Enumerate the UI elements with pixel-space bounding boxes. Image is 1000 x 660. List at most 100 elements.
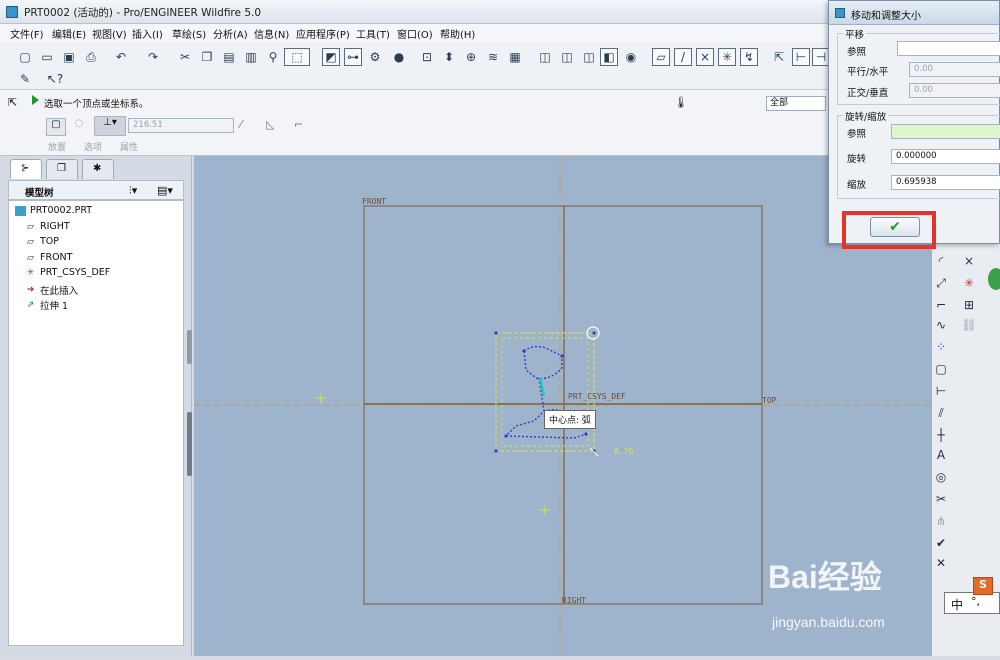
menu-window[interactable]: 窗口(O): [397, 26, 433, 41]
tab-placement[interactable]: 放置: [48, 140, 66, 153]
tab-model-tree[interactable]: ⊱: [10, 159, 42, 179]
tree-item-part[interactable]: PRT0002.PRT: [15, 205, 92, 216]
dimension-tool-icon[interactable]: ⊢: [932, 382, 950, 400]
csys-tool-icon[interactable]: ✳: [960, 274, 978, 292]
menu-file[interactable]: 文件(F): [10, 26, 44, 41]
view-icon[interactable]: ⊕: [462, 48, 480, 66]
options-toggle-icon[interactable]: ◌: [70, 118, 88, 136]
ime-toolbar[interactable]: 中 S °,: [944, 577, 1000, 614]
palette-tool-icon[interactable]: ◎: [932, 468, 950, 486]
appearance-icon[interactable]: ●: [390, 48, 408, 66]
fillet-tool-icon[interactable]: ⌐: [932, 296, 950, 314]
modify-tool-icon[interactable]: ⫽: [932, 404, 950, 422]
layers-icon[interactable]: ≋: [484, 48, 502, 66]
rotate-ref-field[interactable]: [891, 124, 1000, 139]
new-file-icon[interactable]: ▢: [16, 48, 34, 66]
sketch-palette-icon[interactable]: ⊞: [960, 296, 978, 314]
redo-icon[interactable]: ↷: [144, 48, 162, 66]
annotation-display-icon[interactable]: ↯: [740, 48, 758, 66]
arc-tool-icon[interactable]: ◜: [932, 252, 950, 270]
menu-sketch[interactable]: 草绘(S): [172, 26, 206, 41]
shading-icon[interactable]: ◧: [600, 48, 618, 66]
placement-toggle-icon[interactable]: ▢: [46, 118, 66, 136]
tree-item-front[interactable]: ▱ FRONT: [25, 252, 72, 263]
open-folder-icon[interactable]: ▭: [38, 48, 56, 66]
link-icon[interactable]: ⛓: [960, 316, 978, 334]
scale-handle[interactable]: [589, 447, 599, 457]
print-icon[interactable]: ⎙: [82, 48, 100, 66]
wireframe-icon[interactable]: ◫: [536, 48, 554, 66]
menu-edit[interactable]: 编辑(E): [52, 26, 86, 41]
horizontal-field[interactable]: 0.00: [909, 62, 1000, 77]
accept-sketch-icon[interactable]: ✔: [932, 534, 950, 552]
offset-edge-icon[interactable]: ▢: [932, 360, 950, 378]
sketch-tool-icon[interactable]: ⊶: [344, 48, 362, 66]
tree-item-insert-here[interactable]: ➜ 在此插入: [25, 283, 78, 297]
translate-ref-field[interactable]: [897, 41, 1000, 56]
centerline-tool-icon[interactable]: ⤢: [932, 274, 950, 292]
csys-display-icon[interactable]: ✳: [718, 48, 736, 66]
menu-help[interactable]: 帮助(H): [440, 26, 475, 41]
filter-select[interactable]: 全部: [766, 96, 826, 111]
context-help-icon[interactable]: ↖?: [46, 70, 64, 88]
tree-show-icon[interactable]: ▤▾: [157, 184, 173, 197]
splitter-handle[interactable]: [187, 412, 192, 476]
paste-icon[interactable]: ▤: [220, 48, 238, 66]
orient-icon[interactable]: ⬍: [440, 48, 458, 66]
datum-plane-display-icon[interactable]: ▱: [652, 48, 670, 66]
menu-view[interactable]: 视图(V): [92, 26, 127, 41]
flip-icon[interactable]: ⁄: [240, 118, 256, 134]
status-indicator-icon: [986, 266, 1000, 292]
sketch-orient-icon[interactable]: ⇱: [770, 48, 788, 66]
select-box-icon[interactable]: ⬚: [284, 48, 310, 66]
sketch-mode-icon[interactable]: ✎: [16, 70, 34, 88]
cut-icon[interactable]: ✂: [176, 48, 194, 66]
angle-icon[interactable]: ◺: [266, 118, 282, 134]
snap-tooltip: 中心点: 弧: [544, 410, 596, 429]
undo-icon[interactable]: ↶: [112, 48, 130, 66]
tree-item-top[interactable]: ▱ TOP: [25, 236, 59, 247]
tree-settings-icon[interactable]: ⫶▾: [129, 184, 137, 198]
point-tool-icon[interactable]: ×: [960, 252, 978, 270]
constraint-tool-icon[interactable]: ┼: [932, 426, 950, 444]
find-icon[interactable]: ⚲: [264, 48, 282, 66]
menu-info[interactable]: 信息(N): [254, 26, 289, 41]
relations-icon[interactable]: ⚙: [366, 48, 384, 66]
rotate-field[interactable]: 0.000000: [891, 149, 1000, 164]
tree-item-csys[interactable]: ✳ PRT_CSYS_DEF: [25, 267, 111, 278]
bracket-icon[interactable]: ⌐: [294, 118, 310, 134]
tree-item-right[interactable]: ▱ RIGHT: [25, 221, 70, 232]
tree-item-extrude[interactable]: ⇗ 拉伸 1: [25, 298, 68, 312]
mirror-tool-icon[interactable]: ⋔: [932, 512, 950, 530]
menu-analysis[interactable]: 分析(A): [213, 26, 248, 41]
tab-favorites[interactable]: ✱: [82, 159, 114, 179]
datum-axis-display-icon[interactable]: /: [674, 48, 692, 66]
save-icon[interactable]: ▣: [60, 48, 78, 66]
datum-point-display-icon[interactable]: ×: [696, 48, 714, 66]
tab-properties[interactable]: 属性: [120, 140, 138, 153]
hidden-line-icon[interactable]: ◫: [558, 48, 576, 66]
menu-applications[interactable]: 应用程序(P): [296, 26, 350, 41]
model-tree-header: 模型树 ⫶▾ ▤▾: [8, 180, 184, 200]
point-marker-icon[interactable]: ⁘: [932, 338, 950, 356]
paste-special-icon[interactable]: ▥: [242, 48, 260, 66]
scale-field[interactable]: 0.695938: [891, 175, 1000, 190]
splitter-handle-top[interactable]: [187, 330, 192, 364]
tab-folder-browser[interactable]: ❐: [46, 159, 78, 179]
trim-tool-icon[interactable]: ✂: [932, 490, 950, 508]
value-field[interactable]: 216.51: [128, 118, 234, 133]
enhanced-realism-icon[interactable]: ◉: [622, 48, 640, 66]
dimension-display-icon[interactable]: ⊢: [792, 48, 810, 66]
regenerate-icon[interactable]: ◩: [322, 48, 340, 66]
copy-icon[interactable]: ❐: [198, 48, 216, 66]
menu-tools[interactable]: 工具(T): [356, 26, 390, 41]
unit-dropdown[interactable]: ⊥▾: [94, 116, 126, 136]
zoom-icon[interactable]: ⊡: [418, 48, 436, 66]
spline-tool-icon[interactable]: ∿: [932, 316, 950, 334]
menu-insert[interactable]: 插入(I): [132, 26, 163, 41]
no-hidden-icon[interactable]: ◫: [580, 48, 598, 66]
text-tool-icon[interactable]: A: [932, 446, 950, 464]
vertical-field[interactable]: 0.00: [909, 83, 1000, 98]
tab-options[interactable]: 选项: [84, 140, 102, 153]
view-manager-icon[interactable]: ▦: [506, 48, 524, 66]
